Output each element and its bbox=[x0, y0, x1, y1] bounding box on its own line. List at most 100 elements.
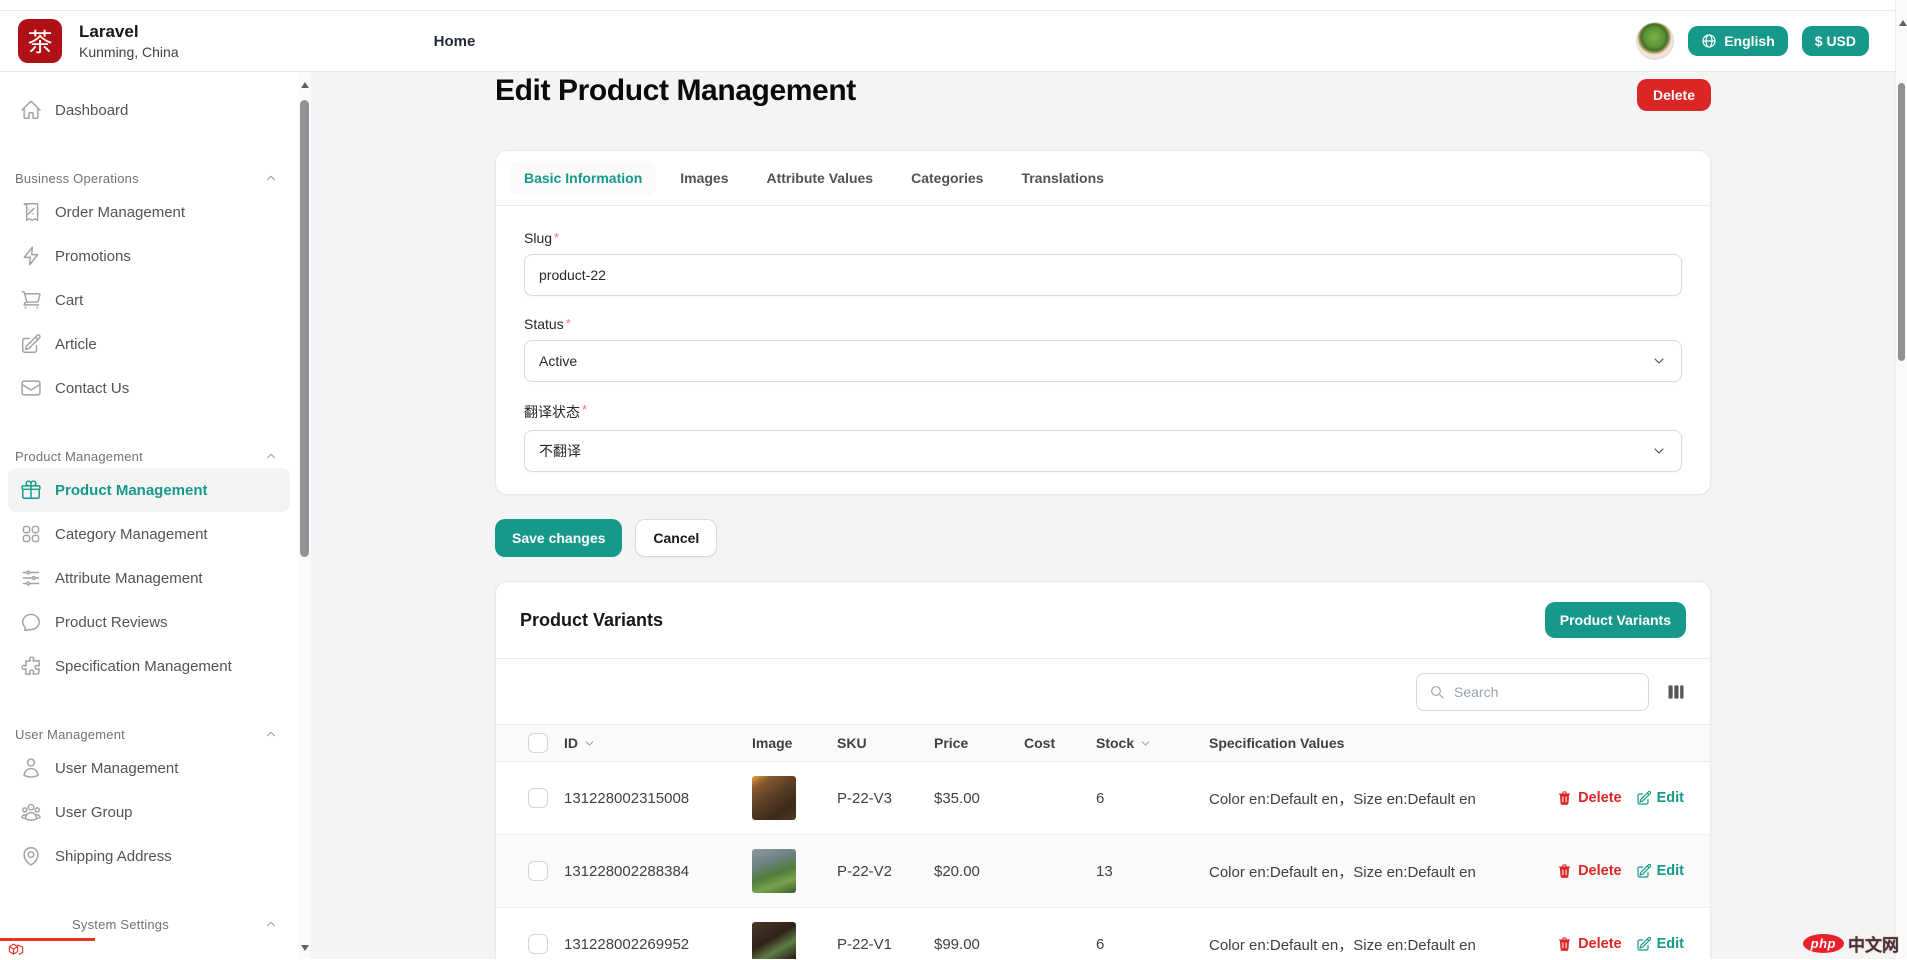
row-delete-button[interactable]: Delete bbox=[1556, 790, 1622, 807]
product-image-tea-leaves-brown bbox=[752, 776, 796, 820]
tab-images[interactable]: Images bbox=[666, 161, 742, 195]
chevron-up-icon bbox=[264, 449, 278, 463]
bolt-icon bbox=[20, 245, 42, 267]
column-header-id[interactable]: ID bbox=[564, 735, 752, 751]
sidebar-item-product-management[interactable]: Product Management bbox=[8, 468, 290, 512]
sidebar-item-user-group[interactable]: User Group bbox=[8, 790, 290, 834]
translation-status-select[interactable]: 不翻译 bbox=[524, 430, 1682, 472]
edit-form-card: Basic Information Images Attribute Values C… bbox=[495, 150, 1711, 495]
sidebar-item-promotions[interactable]: Promotions bbox=[8, 234, 290, 278]
scroll-up-arrow-icon[interactable] bbox=[298, 78, 311, 92]
sidebar-item-label: Dashboard bbox=[55, 102, 128, 119]
row-edit-button[interactable]: Edit bbox=[1636, 863, 1684, 879]
cell-spec-values: Color en:Default en，Size en:Default en bbox=[1209, 934, 1514, 955]
status-label: Status* bbox=[524, 316, 1682, 332]
status-select[interactable]: Active bbox=[524, 340, 1682, 382]
product-image-soil-sprout bbox=[752, 922, 796, 959]
sidebar-item-label: Specification Management bbox=[55, 658, 232, 675]
table-row: 131228002288384P-22-V2$20.0013Color en:D… bbox=[496, 835, 1710, 908]
sidebar-section-user-management[interactable]: User Management bbox=[15, 722, 278, 746]
tab-basic-information[interactable]: Basic Information bbox=[510, 161, 656, 195]
row-checkbox[interactable] bbox=[528, 861, 548, 881]
chevron-up-icon bbox=[264, 917, 278, 931]
sidebar-scrollbar[interactable] bbox=[298, 72, 311, 959]
section-label: User Management bbox=[15, 727, 125, 742]
slug-input[interactable]: product-22 bbox=[524, 254, 1682, 296]
cell-id: 131228002315008 bbox=[564, 790, 752, 807]
product-variants-button[interactable]: Product Variants bbox=[1545, 602, 1686, 638]
chevron-down-icon bbox=[1651, 443, 1667, 459]
language-button[interactable]: English bbox=[1688, 26, 1788, 56]
cell-id: 131228002269952 bbox=[564, 936, 752, 953]
sidebar-item-category-management[interactable]: Category Management bbox=[8, 512, 290, 556]
sidebar-item-dashboard[interactable]: Dashboard bbox=[8, 88, 290, 132]
sidebar-item-label: Promotions bbox=[55, 248, 131, 265]
cube-icon bbox=[6, 940, 26, 960]
cell-spec-values: Color en:Default en，Size en:Default en bbox=[1209, 788, 1514, 809]
sidebar-section-product-management[interactable]: Product Management bbox=[15, 444, 278, 468]
row-edit-button[interactable]: Edit bbox=[1636, 790, 1684, 806]
row-checkbox[interactable] bbox=[528, 788, 548, 808]
sidebar-scroll-thumb[interactable] bbox=[300, 100, 309, 557]
column-header-image: Image bbox=[752, 735, 837, 751]
row-checkbox[interactable] bbox=[528, 934, 548, 954]
window-scroll-thumb[interactable] bbox=[1898, 83, 1905, 361]
scroll-down-arrow-icon[interactable] bbox=[298, 941, 311, 955]
row-delete-button[interactable]: Delete bbox=[1556, 936, 1622, 953]
toggle-columns-icon[interactable] bbox=[1666, 682, 1686, 702]
sidebar-item-shipping-address[interactable]: Shipping Address bbox=[8, 834, 290, 878]
scroll-up-arrow-icon[interactable] bbox=[1896, 16, 1907, 30]
sidebar-item-contact-us[interactable]: Contact Us bbox=[8, 366, 290, 410]
corner-extension-badge[interactable] bbox=[0, 938, 95, 959]
select-all-checkbox[interactable] bbox=[528, 733, 548, 753]
sidebar-item-product-reviews[interactable]: Product Reviews bbox=[8, 600, 290, 644]
nav-home[interactable]: Home bbox=[434, 33, 476, 50]
currency-label: $ USD bbox=[1815, 33, 1856, 49]
row-edit-button[interactable]: Edit bbox=[1636, 936, 1684, 952]
cancel-button[interactable]: Cancel bbox=[635, 519, 717, 557]
edit-icon bbox=[1636, 863, 1652, 879]
sidebar-section-system-settings[interactable]: System Settings bbox=[15, 912, 278, 936]
cell-stock: 6 bbox=[1096, 936, 1209, 953]
tab-attribute-values[interactable]: Attribute Values bbox=[753, 161, 888, 195]
delete-label: Delete bbox=[1578, 790, 1622, 806]
sidebar-item-label: User Management bbox=[55, 760, 178, 777]
row-delete-button[interactable]: Delete bbox=[1556, 863, 1622, 880]
sidebar-item-order-management[interactable]: Order Management bbox=[8, 190, 290, 234]
sidebar-item-label: Attribute Management bbox=[55, 570, 203, 587]
sidebar-item-attribute-management[interactable]: Attribute Management bbox=[8, 556, 290, 600]
variants-search[interactable] bbox=[1416, 673, 1649, 711]
column-header-stock[interactable]: Stock bbox=[1096, 735, 1209, 751]
sort-chevron-icon bbox=[1139, 737, 1152, 750]
delete-button[interactable]: Delete bbox=[1637, 79, 1711, 111]
chevron-down-icon bbox=[1651, 353, 1667, 369]
sidebar-item-cart[interactable]: Cart bbox=[8, 278, 290, 322]
delete-label: Delete bbox=[1578, 936, 1622, 952]
sidebar-item-user-management[interactable]: User Management bbox=[8, 746, 290, 790]
tab-translations[interactable]: Translations bbox=[1007, 161, 1117, 195]
cell-sku: P-22-V3 bbox=[837, 790, 934, 807]
envelope-icon bbox=[20, 377, 42, 399]
sidebar-item-article[interactable]: Article bbox=[8, 322, 290, 366]
user-group-icon bbox=[20, 801, 42, 823]
sidebar-section-business-operations[interactable]: Business Operations bbox=[15, 166, 278, 190]
sidebar-item-label: Contact Us bbox=[55, 380, 129, 397]
user-avatar[interactable] bbox=[1636, 22, 1674, 60]
search-input[interactable] bbox=[1454, 684, 1636, 700]
currency-button[interactable]: $ USD bbox=[1802, 26, 1869, 56]
tab-categories[interactable]: Categories bbox=[897, 161, 997, 195]
sidebar-item-specification-management[interactable]: Specification Management bbox=[8, 644, 290, 688]
cell-id: 131228002288384 bbox=[564, 863, 752, 880]
toggle-columns-icon bbox=[1666, 682, 1686, 702]
save-button[interactable]: Save changes bbox=[495, 519, 622, 557]
column-label: ID bbox=[564, 735, 578, 751]
app-title: Laravel bbox=[79, 22, 179, 42]
translation-status-label: 翻译状态* bbox=[524, 402, 1682, 422]
window-scrollbar[interactable] bbox=[1895, 0, 1907, 959]
required-asterisk: * bbox=[582, 402, 587, 417]
column-label: Stock bbox=[1096, 735, 1134, 751]
chevron-down-icon bbox=[1651, 353, 1667, 369]
sidebar: Dashboard Business OperationsOrder Manage… bbox=[0, 72, 298, 959]
chevron-up-icon bbox=[264, 917, 278, 931]
table-row: 131228002315008P-22-V3$35.006Color en:De… bbox=[496, 762, 1710, 835]
